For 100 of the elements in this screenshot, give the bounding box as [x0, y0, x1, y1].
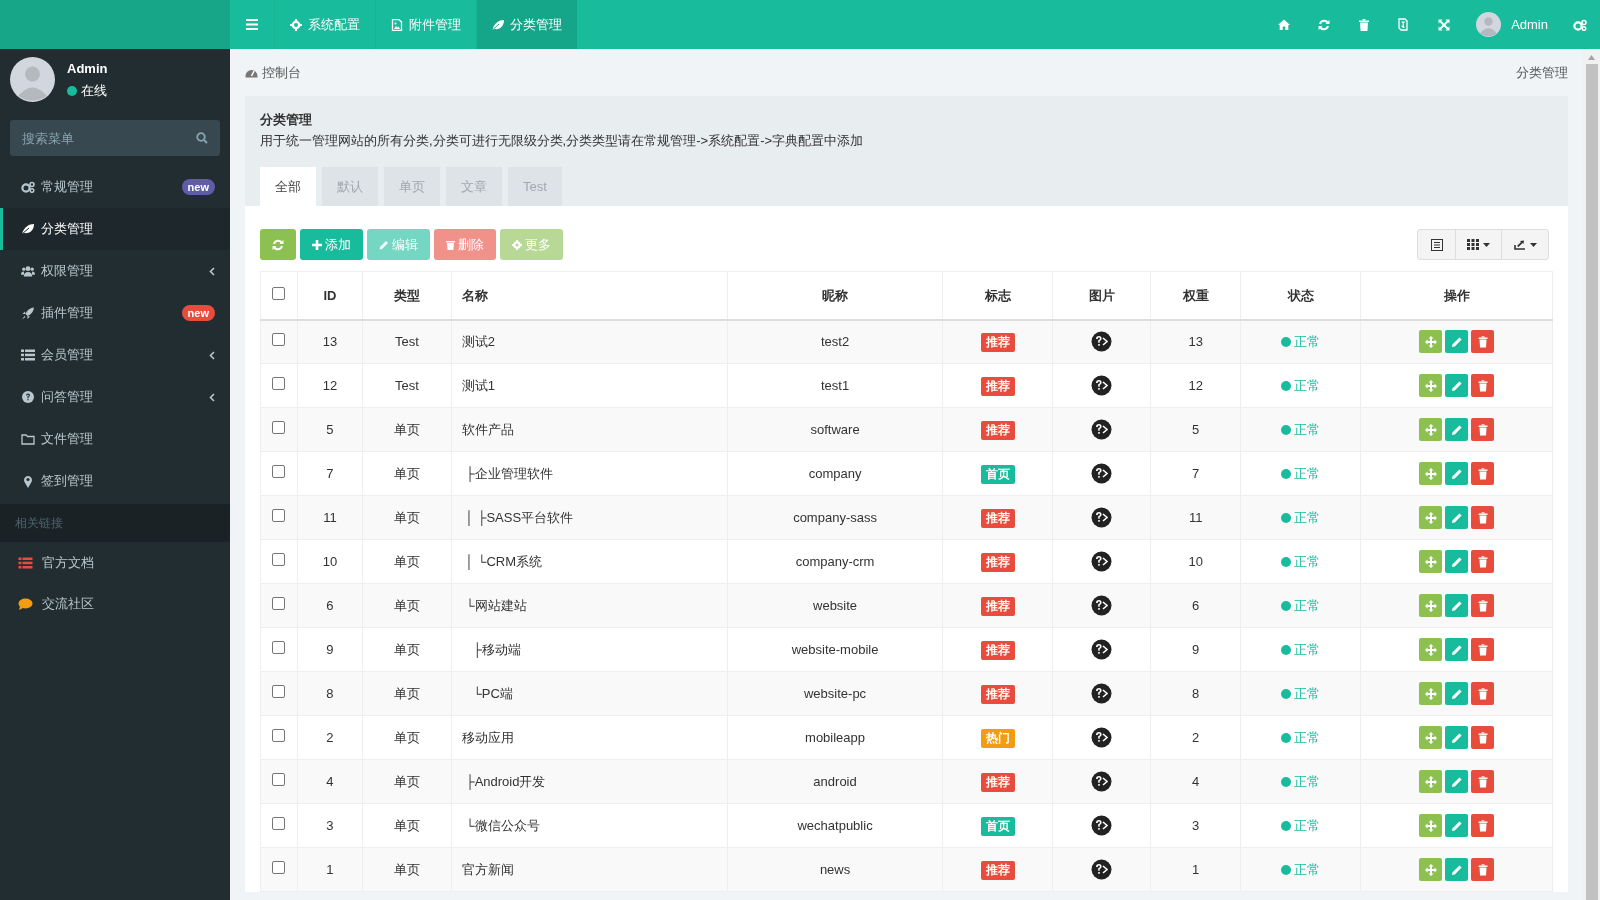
move-icon[interactable] — [1424, 687, 1437, 700]
scroll-up-icon[interactable] — [1588, 55, 1595, 60]
search-icon[interactable] — [196, 132, 208, 144]
sidebar-item[interactable]: 文件管理 — [0, 418, 230, 460]
delete-button[interactable] — [1471, 638, 1495, 661]
drag-button[interactable] — [1419, 550, 1443, 573]
delete-button[interactable] — [1471, 330, 1495, 354]
pencil-icon[interactable] — [1450, 467, 1463, 480]
home-icon[interactable] — [1278, 19, 1291, 30]
map-marker-icon[interactable] — [21, 474, 35, 488]
plus-icon[interactable] — [312, 239, 322, 250]
move-icon[interactable] — [1424, 379, 1437, 392]
checkbox[interactable] — [272, 464, 286, 478]
trash-icon[interactable] — [1476, 335, 1489, 348]
pencil-icon[interactable] — [1450, 863, 1463, 876]
edit-button[interactable] — [1445, 594, 1469, 617]
delete-button[interactable] — [1471, 594, 1495, 617]
gears-icon[interactable] — [21, 181, 35, 193]
grid-icon[interactable] — [1467, 239, 1479, 250]
move-icon[interactable] — [1424, 423, 1437, 436]
drag-button[interactable] — [1419, 682, 1443, 705]
sidebar-item[interactable]: 会员管理 — [0, 334, 230, 376]
edit-button[interactable] — [1445, 726, 1469, 749]
trash-icon[interactable] — [1476, 775, 1489, 788]
chevron-left-icon[interactable] — [209, 392, 215, 402]
checkbox[interactable] — [272, 508, 286, 522]
delete-button[interactable] — [1471, 770, 1495, 793]
sidebar-item[interactable]: 分类管理 — [0, 208, 230, 250]
trash-icon[interactable] — [1476, 599, 1489, 612]
checkbox[interactable] — [272, 376, 286, 390]
edit-button[interactable] — [1445, 506, 1469, 529]
pencil-icon[interactable] — [1450, 423, 1463, 436]
trash-icon[interactable] — [1476, 511, 1489, 524]
trash-icon[interactable] — [1476, 467, 1489, 480]
trash-icon[interactable] — [1476, 643, 1489, 656]
move-icon[interactable] — [1424, 863, 1437, 876]
checkbox[interactable] — [272, 552, 286, 566]
breadcrumb-link[interactable]: 控制台 — [262, 62, 301, 83]
move-icon[interactable] — [1424, 335, 1437, 348]
drag-button[interactable] — [1419, 814, 1443, 837]
sidebar-item[interactable]: 常规管理 new — [0, 166, 230, 208]
checkbox[interactable] — [272, 728, 286, 742]
speech-bubble-icon[interactable] — [18, 597, 33, 610]
drag-button[interactable] — [1419, 418, 1443, 441]
folder-icon[interactable] — [21, 433, 35, 445]
export-icon[interactable] — [1513, 239, 1526, 250]
image-file-icon[interactable] — [391, 18, 403, 31]
pencil-icon[interactable] — [1450, 379, 1463, 392]
trash-icon[interactable] — [1476, 423, 1489, 436]
move-icon[interactable] — [1424, 731, 1437, 744]
scrollbar[interactable] — [1583, 49, 1600, 900]
pencil-icon[interactable] — [1450, 731, 1463, 744]
question-circle-icon[interactable] — [21, 391, 35, 403]
search-field[interactable]: 搜索菜单 — [10, 120, 220, 156]
sidebar-item[interactable]: 权限管理 — [0, 250, 230, 292]
trash-icon[interactable] — [1359, 18, 1370, 31]
pencil-icon[interactable] — [1450, 775, 1463, 788]
checkbox[interactable] — [272, 816, 286, 830]
checkbox[interactable] — [272, 860, 286, 874]
sidebar-item[interactable]: 插件管理 new — [0, 292, 230, 334]
edit-button[interactable] — [1445, 858, 1469, 881]
checkbox[interactable] — [272, 286, 286, 300]
pencil-icon[interactable] — [1450, 599, 1463, 612]
list-icon[interactable] — [21, 349, 35, 361]
pencil-icon[interactable] — [1450, 643, 1463, 656]
refresh-icon[interactable] — [272, 238, 284, 251]
drag-button[interactable] — [1419, 638, 1443, 661]
sidebar-item[interactable]: 问答管理 — [0, 376, 230, 418]
delete-button[interactable] — [1471, 418, 1495, 441]
checkbox[interactable] — [272, 640, 286, 654]
edit-button[interactable] — [1445, 374, 1469, 397]
pencil-icon[interactable] — [1450, 511, 1463, 524]
delete-button[interactable] — [1471, 550, 1495, 573]
pencil-icon[interactable] — [1450, 555, 1463, 568]
delete-button[interactable] — [1471, 726, 1495, 749]
drag-button[interactable] — [1419, 374, 1443, 397]
trash-icon[interactable] — [1476, 863, 1489, 876]
move-icon[interactable] — [1424, 555, 1437, 568]
chevron-left-icon[interactable] — [209, 266, 215, 276]
pencil-icon[interactable] — [1450, 819, 1463, 832]
move-icon[interactable] — [1424, 643, 1437, 656]
move-icon[interactable] — [1424, 467, 1437, 480]
delete-button[interactable] — [1471, 682, 1495, 705]
move-icon[interactable] — [1424, 511, 1437, 524]
checkbox[interactable] — [272, 596, 286, 610]
edit-button[interactable] — [1445, 814, 1469, 837]
drag-button[interactable] — [1419, 726, 1443, 749]
edit-button[interactable] — [1445, 418, 1469, 441]
delete-button[interactable] — [1471, 462, 1495, 485]
chevron-left-icon[interactable] — [209, 350, 215, 360]
drag-button[interactable] — [1419, 506, 1443, 529]
rocket-icon[interactable] — [21, 306, 35, 320]
delete-button[interactable] — [1471, 506, 1495, 529]
edit-button[interactable] — [1445, 550, 1469, 573]
delete-button[interactable] — [1471, 374, 1495, 397]
move-icon[interactable] — [1424, 599, 1437, 612]
scrollbar-thumb[interactable] — [1585, 64, 1598, 900]
trash-icon[interactable] — [1476, 731, 1489, 744]
drag-button[interactable] — [1419, 770, 1443, 793]
refresh-button[interactable] — [260, 229, 296, 260]
